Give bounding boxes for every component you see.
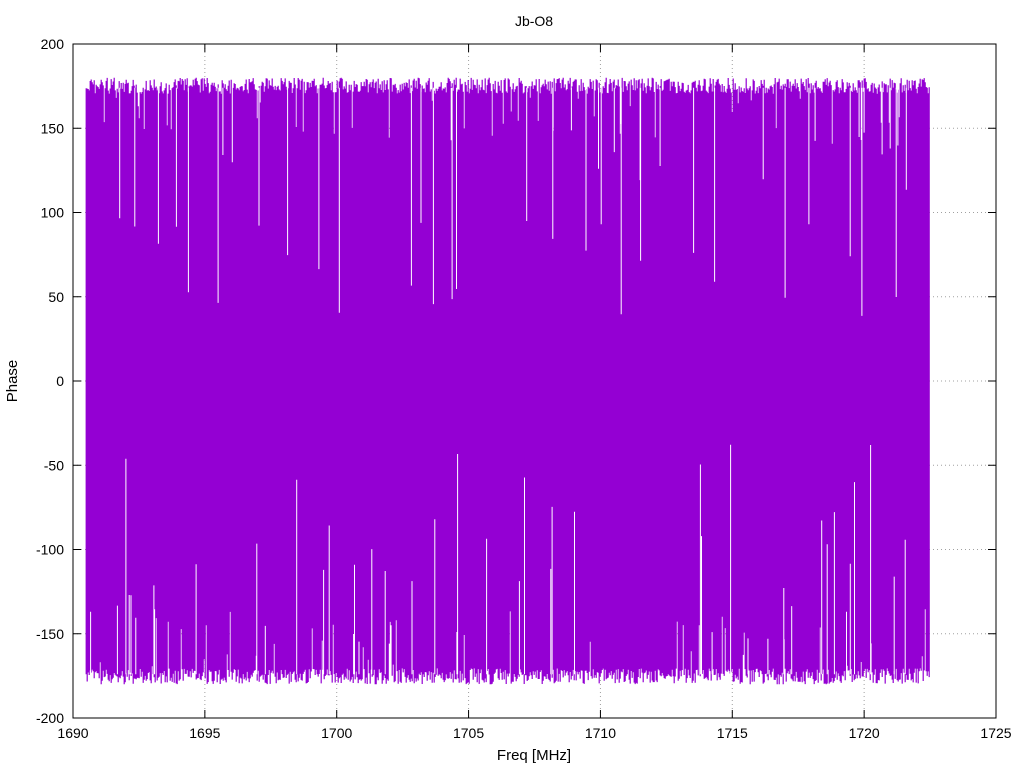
x-axis-label: Freq [MHz] [497, 747, 571, 764]
y-tick-label: 0 [56, 373, 64, 389]
phase-chart: Jb-O8 1690 1695 1700 1705 1710 1715 1720 1725 -… [0, 0, 1024, 768]
x-tick-label: 1700 [321, 725, 352, 741]
phase-series [85, 77, 930, 685]
y-tick-label: 100 [41, 205, 65, 221]
y-tick-label: -100 [36, 542, 64, 558]
x-tick-label: 1705 [453, 725, 484, 741]
y-tick-label: 50 [48, 289, 64, 305]
y-tick-label: 150 [41, 120, 65, 136]
y-tick-label: 200 [41, 36, 65, 52]
chart-title: Jb-O8 [515, 13, 553, 29]
y-tick-label: -200 [36, 710, 64, 726]
x-tick-label: 1720 [849, 725, 880, 741]
y-tick-label: -50 [44, 457, 64, 473]
x-tick-label: 1695 [189, 725, 220, 741]
y-axis-label: Phase [4, 360, 21, 403]
x-tick-label: 1715 [717, 725, 748, 741]
x-tick-label: 1725 [980, 725, 1011, 741]
phase-trace [85, 77, 930, 685]
y-tick-label: -150 [36, 626, 64, 642]
x-tick-label: 1690 [57, 725, 88, 741]
x-tick-label: 1710 [585, 725, 616, 741]
